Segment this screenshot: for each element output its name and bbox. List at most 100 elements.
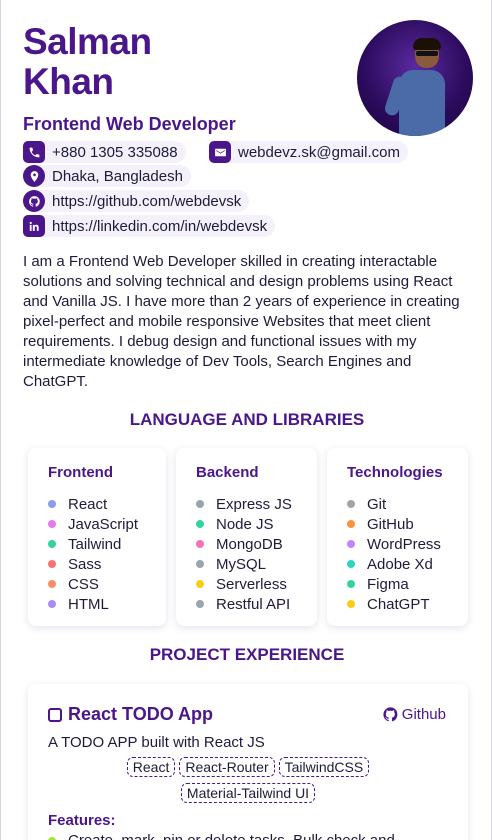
skill-item: ChatGPT xyxy=(347,594,441,614)
tech-tag: React-Router xyxy=(179,757,275,777)
skill-list: Express JS Node JS MongoDB MySQL Serverless R… xyxy=(196,494,292,614)
location-contact: Dhaka, Bangladesh xyxy=(23,165,191,187)
skill-item: Restful API xyxy=(196,594,292,614)
linkedin-contact[interactable]: https://linkedin.com/in/webdevsk xyxy=(23,215,276,237)
bullet-dot xyxy=(48,540,56,548)
skill-label: React xyxy=(68,495,108,513)
skill-item: GitHub xyxy=(347,514,441,534)
skill-card-backend: Backend Express JS Node JS MongoDB MySQL Ser… xyxy=(176,448,317,626)
skill-item: Sass xyxy=(48,554,138,574)
skill-label: Express JS xyxy=(216,495,292,513)
github-icon xyxy=(383,707,398,722)
skill-label: MySQL xyxy=(216,555,267,573)
skill-label: Git xyxy=(367,495,387,513)
skill-label: Figma xyxy=(367,575,409,593)
tech-tag: TailwindCSS xyxy=(278,757,370,777)
skill-list: React JavaScript Tailwind Sass CSS HTML xyxy=(48,494,138,614)
skill-item: Serverless xyxy=(196,574,292,594)
github-text: https://github.com/webdevsk xyxy=(52,192,242,210)
skill-item: Node JS xyxy=(196,514,292,534)
bullet-dot xyxy=(347,540,355,548)
skill-item: Figma xyxy=(347,574,441,594)
project-heading: React TODO App xyxy=(48,704,213,725)
skill-item: HTML xyxy=(48,594,138,614)
skills-section-title: LANGUAGE AND LIBRARIES xyxy=(129,410,365,429)
skill-card-frontend: Frontend React JavaScript Tailwind Sass CSS H… xyxy=(28,448,166,626)
skill-item: Adobe Xd xyxy=(347,554,441,574)
bullet-dot xyxy=(347,520,355,528)
email-contact[interactable]: webdevz.sk@gmail.com xyxy=(209,141,408,163)
bullet-dot xyxy=(196,520,204,528)
email-text: webdevz.sk@gmail.com xyxy=(238,143,400,161)
github-icon xyxy=(23,190,45,212)
phone-text: +880 1305 335088 xyxy=(52,143,178,161)
square-icon xyxy=(48,707,62,722)
skill-item: JavaScript xyxy=(48,514,138,534)
project-github-link[interactable]: Github xyxy=(382,706,446,723)
skill-card-title: Technologies xyxy=(347,464,443,481)
linkedin-icon xyxy=(23,215,45,237)
skill-label: Adobe Xd xyxy=(367,555,433,573)
tech-tag: Material-Tailwind UI xyxy=(180,783,316,803)
github-contact[interactable]: https://github.com/webdevsk xyxy=(23,190,250,212)
bullet-dot xyxy=(48,580,56,588)
skill-card-title: Frontend xyxy=(48,464,113,481)
profile-name: Salman Khan xyxy=(23,22,152,102)
first-name: Salman xyxy=(23,21,152,62)
feature-text: Create, mark, pin or delete tasks. Bulk … xyxy=(68,832,395,840)
bullet-dot xyxy=(196,560,204,568)
bullet-dot xyxy=(48,836,56,840)
bullet-dot xyxy=(196,600,204,608)
skill-list: Git GitHub WordPress Adobe Xd Figma ChatGPT xyxy=(347,494,441,614)
bullet-dot xyxy=(48,500,56,508)
tag-row: React React-Router TailwindCSS xyxy=(48,757,448,777)
bullet-dot xyxy=(196,580,204,588)
features-label: Features: xyxy=(48,812,116,829)
skill-label: Restful API xyxy=(216,595,291,613)
last-name: Khan xyxy=(23,61,114,102)
avatar xyxy=(357,20,473,136)
skill-item: CSS xyxy=(48,574,138,594)
bullet-dot xyxy=(347,560,355,568)
linkedin-text: https://linkedin.com/in/webdevsk xyxy=(52,217,268,235)
skill-item: WordPress xyxy=(347,534,441,554)
project-title: React TODO App xyxy=(68,704,214,724)
skill-item: React xyxy=(48,494,138,514)
project-description: A TODO APP built with React JS xyxy=(48,734,265,751)
skill-label: Sass xyxy=(68,555,102,573)
skill-card-title: Backend xyxy=(196,464,259,481)
project-link-label: Github xyxy=(401,706,446,723)
skill-item: Tailwind xyxy=(48,534,138,554)
skill-label: Tailwind xyxy=(68,535,122,553)
resume-page: Salman Khan Frontend Web Developer +880 … xyxy=(0,0,492,840)
skill-item: Git xyxy=(347,494,441,514)
tag-row: Material-Tailwind UI xyxy=(48,783,448,803)
bullet-dot xyxy=(196,500,204,508)
bullet-dot xyxy=(347,500,355,508)
skill-card-technologies: Technologies Git GitHub WordPress Adobe Xd F… xyxy=(327,448,468,626)
phone-icon xyxy=(23,141,45,163)
skill-label: Serverless xyxy=(216,575,287,593)
bullet-dot xyxy=(48,520,56,528)
location-text: Dhaka, Bangladesh xyxy=(52,167,183,185)
projects-section-title: PROJECT EXPERIENCE xyxy=(149,645,345,664)
project-card: React TODO App Github A TODO APP built w… xyxy=(28,684,468,840)
skill-item: MySQL xyxy=(196,554,292,574)
bullet-dot xyxy=(196,540,204,548)
skill-label: HTML xyxy=(68,595,109,613)
skill-label: CSS xyxy=(68,575,99,593)
bullet-dot xyxy=(48,600,56,608)
bio-paragraph: I am a Frontend Web Developer skilled in… xyxy=(23,253,460,390)
bullet-dot xyxy=(48,560,56,568)
skill-label: GitHub xyxy=(367,515,414,533)
feature-item: Create, mark, pin or delete tasks. Bulk … xyxy=(48,832,395,840)
tech-tag: React xyxy=(126,757,176,777)
skill-label: JavaScript xyxy=(68,515,139,533)
skill-item: MongoDB xyxy=(196,534,292,554)
skill-label: WordPress xyxy=(367,535,441,553)
skill-label: Node JS xyxy=(216,515,274,533)
bullet-dot xyxy=(347,600,355,608)
phone-contact[interactable]: +880 1305 335088 xyxy=(23,141,186,163)
bullet-dot xyxy=(347,580,355,588)
skill-label: ChatGPT xyxy=(367,595,430,613)
